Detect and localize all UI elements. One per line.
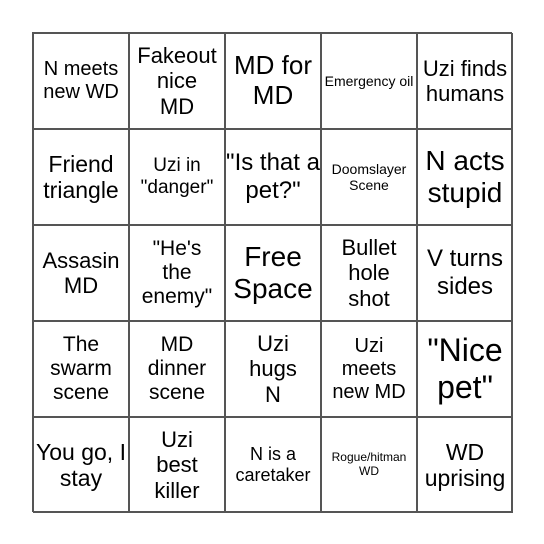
bingo-cell[interactable]: Uzi finds humans	[417, 33, 513, 129]
bingo-cell[interactable]: MD for MD	[225, 33, 321, 129]
cell-text: Uzi meets new MD	[332, 334, 406, 403]
cell-text: Uzi in "danger"	[140, 155, 214, 198]
bingo-cell[interactable]: Uzi best killer	[129, 417, 225, 513]
bingo-cell[interactable]: WD uprising	[417, 417, 513, 513]
cell-text: Assasin MD	[42, 247, 120, 298]
cell-text: "Is that a pet?"	[226, 149, 320, 204]
bingo-cell[interactable]: Free Space	[225, 225, 321, 321]
bingo-cell[interactable]: MD dinner scene	[129, 321, 225, 417]
cell-text: N is a caretaker	[235, 444, 311, 485]
bingo-cell[interactable]: Fakeout nice MD	[129, 33, 225, 129]
bingo-cell[interactable]: Uzi hugs N	[225, 321, 321, 417]
cell-text: V turns sides	[426, 245, 504, 300]
bingo-cell[interactable]: N acts stupid	[417, 129, 513, 225]
cell-text: MD dinner scene	[147, 332, 207, 405]
cell-text: N meets new WD	[43, 58, 119, 103]
cell-text: Free Space	[233, 240, 313, 304]
cell-text: Fakeout nice MD	[137, 43, 217, 119]
cell-text: Doomslayer Scene	[331, 160, 407, 193]
cell-text: Bullet hole shot	[341, 235, 397, 311]
bingo-cell[interactable]: "He's the enemy"	[129, 225, 225, 321]
bingo-cell[interactable]: Doomslayer Scene	[321, 129, 417, 225]
bingo-cell[interactable]: The swarm scene	[33, 321, 129, 417]
cell-text: N acts stupid	[425, 144, 505, 208]
cell-text: "Nice pet"	[427, 332, 503, 405]
bingo-cell[interactable]: Uzi meets new MD	[321, 321, 417, 417]
cell-text: MD for MD	[234, 50, 312, 110]
bingo-cell[interactable]: Uzi in "danger"	[129, 129, 225, 225]
bingo-cell[interactable]: Friend triangle	[33, 129, 129, 225]
cell-text: Emergency oil	[324, 72, 414, 89]
bingo-cell[interactable]: "Is that a pet?"	[225, 129, 321, 225]
bingo-cell[interactable]: V turns sides	[417, 225, 513, 321]
cell-text: Friend triangle	[43, 150, 119, 203]
cell-text: Rogue/hitman WD	[331, 450, 407, 478]
cell-text: Uzi best killer	[154, 427, 200, 503]
cell-text: You go, I stay	[36, 438, 126, 491]
bingo-cell[interactable]: Bullet hole shot	[321, 225, 417, 321]
cell-text: The swarm scene	[50, 332, 112, 405]
bingo-cell[interactable]: You go, I stay	[33, 417, 129, 513]
bingo-cell[interactable]: Rogue/hitman WD	[321, 417, 417, 513]
bingo-cell[interactable]: N meets new WD	[33, 33, 129, 129]
bingo-cell[interactable]: "Nice pet"	[417, 321, 513, 417]
cell-text: WD uprising	[424, 438, 506, 491]
bingo-cell[interactable]: Assasin MD	[33, 225, 129, 321]
bingo-cell[interactable]: Emergency oil	[321, 33, 417, 129]
cell-text: "He's the enemy"	[141, 236, 213, 309]
cell-text: Uzi finds humans	[422, 55, 508, 106]
bingo-card: N meets new WD Fakeout nice MD MD for MD…	[32, 32, 513, 513]
bingo-cell[interactable]: N is a caretaker	[225, 417, 321, 513]
cell-text: Uzi hugs N	[249, 331, 297, 407]
